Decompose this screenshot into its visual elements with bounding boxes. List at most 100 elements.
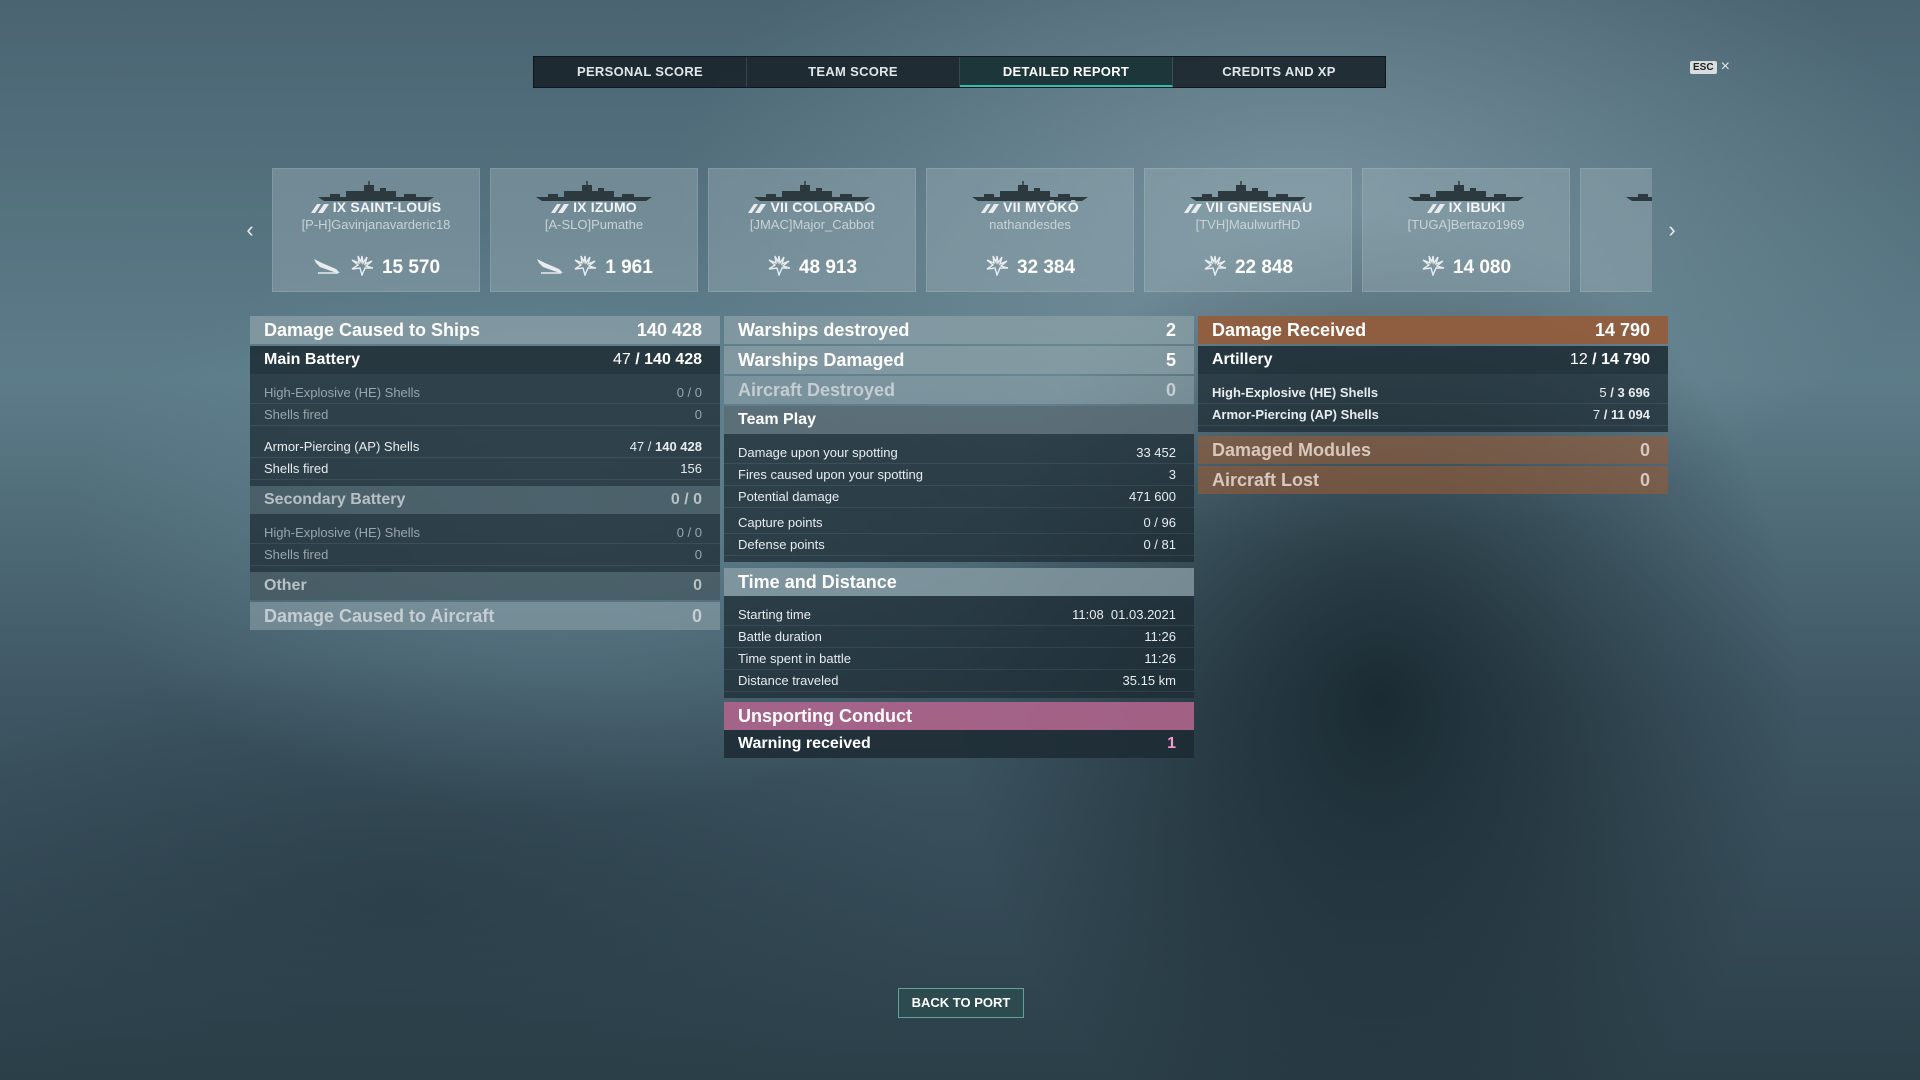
unsporting-conduct-label: Unsporting Conduct (738, 705, 912, 726)
close-button[interactable]: ESC × (1690, 58, 1730, 75)
ship-damage-value: 1 961 (605, 256, 653, 278)
artillery-label: Artillery (1212, 351, 1273, 368)
ship-card[interactable]: VII MYŌKŌ nathandesdes 32 384 (926, 168, 1134, 292)
sec-he-row: High-Explosive (HE) Shells 0 / 0 (250, 522, 720, 544)
art-ap-row: Armor-Piercing (AP) Shells 7 / 11 094 (1198, 404, 1668, 426)
distance-row: Distance traveled 35.15 km (724, 670, 1194, 692)
damage-to-aircraft-value: 0 (691, 605, 702, 626)
defense-points-row: Defense points 0 / 81 (724, 534, 1194, 556)
ship-card[interactable]: IX SAINT-LOUIS [P-H]Gavinjanavarderic18 15… (272, 168, 480, 292)
damage-to-aircraft-label: Damage Caused to Aircraft (264, 605, 495, 626)
ship-card[interactable]: IX IBUKI [TUGA]Bertazo1969 14 080 (1362, 168, 1570, 292)
spotting-damage-row: Damage upon your spotting 33 452 (724, 442, 1194, 464)
aircraft-destroyed-row: Aircraft Destroyed 0 (724, 376, 1194, 404)
time-distance-label: Time and Distance (738, 571, 897, 592)
report-tabs: PERSONAL SCORE TEAM SCORE DETAILED REPOR… (533, 56, 1386, 88)
ship-damage: 1 961 (491, 254, 697, 281)
ship-damage-value: 32 384 (1016, 256, 1076, 278)
artillery-details: High-Explosive (HE) Shells 5 / 3 696 Armo… (1198, 374, 1668, 432)
player-name: [TUGA]Bertazo1969 (1407, 217, 1525, 232)
tab-credits-and-xp[interactable]: CREDITS AND XP (1173, 57, 1385, 87)
damage-icon (767, 254, 791, 281)
main-battery-details: High-Explosive (HE) Shells 0 / 0 Shells f… (250, 374, 720, 486)
carousel-prev-arrow-icon[interactable]: ‹ (240, 218, 260, 242)
ship-damage-value: 22 848 (1234, 256, 1294, 278)
ship-card[interactable]: VII COLORADO [JMAC]Major_Cabbot 48 913 (708, 168, 916, 292)
time-spent-row: Time spent in battle 11:26 (724, 648, 1194, 670)
damage-received-label: Damage Received (1212, 319, 1367, 340)
ship-damage-value: 15 570 (381, 256, 441, 278)
mb-he-fired-row: Shells fired 0 (250, 404, 720, 426)
warning-received-label: Warning received (738, 735, 871, 752)
secondary-battery-details: High-Explosive (HE) Shells 0 / 0 Shells f… (250, 514, 720, 572)
player-name: [JMAC]Major_Cabbot (749, 217, 875, 232)
damage-icon (573, 254, 597, 281)
tab-detailed-report[interactable]: DETAILED REPORT (960, 57, 1173, 87)
sec-he-fired-row: Shells fired 0 (250, 544, 720, 566)
team-play-details: Damage upon your spotting 33 452 Fires ca… (724, 434, 1194, 562)
ship-card-partial[interactable] (1580, 168, 1652, 292)
ship-damage: 14 080 (1363, 254, 1569, 281)
close-icon: × (1720, 58, 1730, 75)
ship-class-icon (1426, 199, 1449, 215)
ship-name: IX IZUMO (491, 199, 697, 215)
damage-received-panel: Damage Received 14 790 Artillery 12 / 14… (1198, 316, 1668, 496)
ship-class-icon (748, 199, 770, 215)
ship-damage: 15 570 (273, 254, 479, 281)
ship-class-icon (310, 199, 333, 215)
art-he-row: High-Explosive (HE) Shells 5 / 3 696 (1198, 382, 1668, 404)
damaged-modules-label: Damaged Modules (1212, 439, 1372, 460)
mb-he-row: High-Explosive (HE) Shells 0 / 0 (250, 382, 720, 404)
ship-damage: 48 913 (709, 254, 915, 281)
ship-damage: 22 848 (1145, 254, 1351, 281)
warships-damaged-label: Warships Damaged (738, 349, 905, 370)
artillery-row: Artillery 12 / 14 790 (1198, 346, 1668, 374)
ship-name: IX IBUKI (1363, 199, 1569, 215)
damage-to-aircraft-header: Damage Caused to Aircraft 0 (250, 602, 720, 630)
carousel-next-arrow-icon[interactable]: › (1662, 218, 1682, 242)
damage-to-ships-header: Damage Caused to Ships 140 428 (250, 316, 720, 344)
ship-name: VII MYŌKŌ (927, 199, 1133, 215)
damage-received-value: 14 790 (1594, 319, 1650, 340)
potential-damage-row: Potential damage 471 600 (724, 486, 1194, 508)
player-name: [P-H]Gavinjanavarderic18 (301, 217, 451, 232)
starting-time-row: Starting time 11:08 01.03.2021 (724, 604, 1194, 626)
aircraft-lost-row: Aircraft Lost 0 (1198, 466, 1668, 494)
damage-to-ships-value: 140 428 (636, 319, 702, 340)
ship-silhouette-icon (1581, 181, 1652, 203)
player-name: [TVH]MaulwurfHD (1195, 217, 1301, 232)
battle-stats-panel: Warships destroyed 2 Warships Damaged 5 … (724, 316, 1194, 758)
warships-destroyed-row: Warships destroyed 2 (724, 316, 1194, 344)
capture-points-row: Capture points 0 / 96 (724, 512, 1194, 534)
tab-personal-score[interactable]: PERSONAL SCORE (534, 57, 747, 87)
aircraft-icon (312, 255, 342, 280)
tab-team-score[interactable]: TEAM SCORE (747, 57, 960, 87)
warships-destroyed-value: 2 (1165, 319, 1176, 340)
warships-destroyed-label: Warships destroyed (738, 319, 910, 340)
damage-icon (350, 254, 374, 281)
back-to-port-button[interactable]: BACK TO PORT (898, 988, 1024, 1018)
secondary-battery-label: Secondary Battery (264, 491, 406, 508)
main-battery-label: Main Battery (264, 351, 361, 368)
ship-damage-value: 48 913 (798, 256, 858, 278)
warning-received-value: 1 (1167, 735, 1176, 752)
warships-damaged-row: Warships Damaged 5 (724, 346, 1194, 374)
time-distance-details: Starting time 11:08 01.03.2021 Battle dur… (724, 596, 1194, 698)
ship-card[interactable]: VII GNEISENAU [TVH]MaulwurfHD 22 848 (1144, 168, 1352, 292)
damage-icon (1203, 254, 1227, 281)
artillery-value: 12 / 14 790 (1569, 351, 1650, 368)
warships-damaged-value: 5 (1165, 349, 1176, 370)
damage-icon (1421, 254, 1445, 281)
player-name: nathandesdes (989, 217, 1071, 232)
mb-ap-row: Armor-Piercing (AP) Shells 47 / 140 428 (250, 436, 720, 458)
ship-card[interactable]: IX IZUMO [A-SLO]Pumathe 1 961 (490, 168, 698, 292)
player-name: [A-SLO]Pumathe (544, 217, 644, 232)
team-play-label: Team Play (738, 411, 816, 428)
ship-name: VII COLORADO (709, 199, 915, 215)
secondary-battery-row: Secondary Battery 0 / 0 (250, 486, 720, 514)
damaged-modules-value: 0 (1639, 439, 1650, 460)
other-value: 0 (693, 577, 702, 594)
ship-class-icon (551, 199, 573, 215)
ship-damage-value: 14 080 (1452, 256, 1512, 278)
damage-dealt-panel: Damage Caused to Ships 140 428 Main Batt… (250, 316, 720, 632)
